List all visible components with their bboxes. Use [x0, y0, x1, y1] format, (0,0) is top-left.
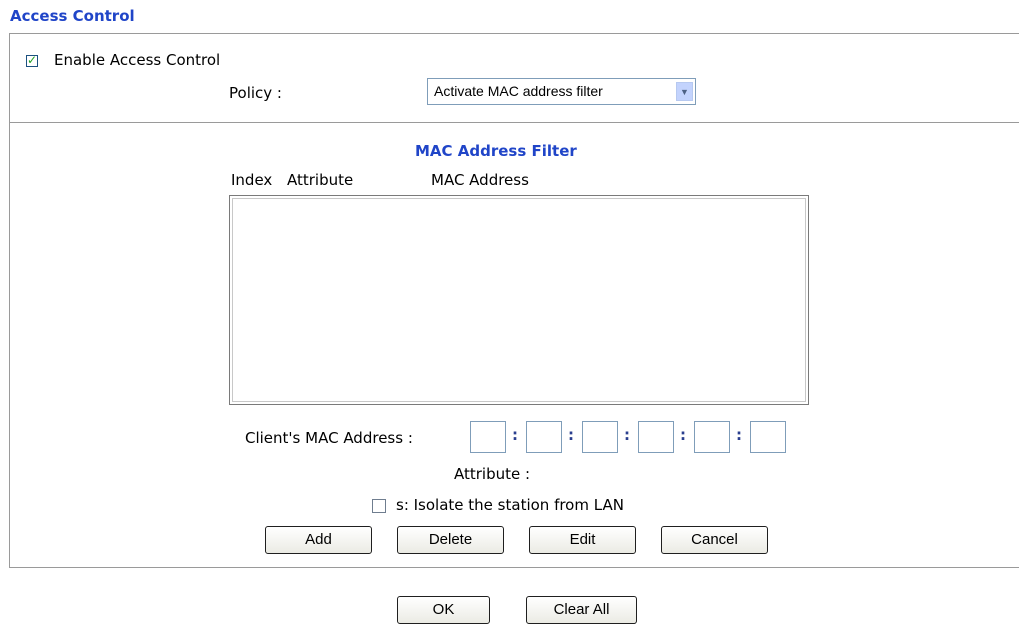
ok-button[interactable]: OK	[397, 596, 490, 624]
policy-select[interactable]: Activate MAC address filter ▼	[427, 78, 696, 105]
policy-label: Policy :	[229, 84, 282, 102]
policy-select-value: Activate MAC address filter	[434, 83, 603, 99]
mac-separator: :	[624, 426, 630, 444]
chevron-down-icon[interactable]: ▼	[676, 82, 693, 101]
mac-separator: :	[736, 426, 742, 444]
cancel-button[interactable]: Cancel	[661, 526, 768, 554]
edit-button[interactable]: Edit	[529, 526, 636, 554]
column-header-index: Index	[231, 171, 273, 189]
mac-octet-5-input[interactable]	[694, 421, 730, 453]
column-header-mac-address: MAC Address	[431, 171, 529, 189]
mac-octet-1-input[interactable]	[470, 421, 506, 453]
column-header-attribute: Attribute	[287, 171, 354, 189]
page-title: Access Control	[10, 7, 135, 25]
enable-access-control-checkbox[interactable]	[26, 53, 38, 67]
mac-filter-list[interactable]	[229, 195, 809, 405]
access-control-panel: Enable Access Control Policy : Activate …	[9, 33, 1019, 568]
add-button[interactable]: Add	[265, 526, 372, 554]
mac-separator: :	[512, 426, 518, 444]
section-divider	[10, 122, 1019, 123]
client-mac-label: Client's MAC Address :	[245, 429, 413, 447]
mac-separator: :	[568, 426, 574, 444]
clear-all-button[interactable]: Clear All	[526, 596, 637, 624]
mac-octet-4-input[interactable]	[638, 421, 674, 453]
enable-access-control-label: Enable Access Control	[54, 51, 221, 69]
mac-octet-3-input[interactable]	[582, 421, 618, 453]
attribute-label: Attribute :	[454, 465, 531, 483]
mac-octet-6-input[interactable]	[750, 421, 786, 453]
mac-separator: :	[680, 426, 686, 444]
mac-filter-title: MAC Address Filter	[415, 142, 577, 160]
mac-octet-2-input[interactable]	[526, 421, 562, 453]
isolate-station-label: s: Isolate the station from LAN	[396, 496, 624, 514]
delete-button[interactable]: Delete	[397, 526, 504, 554]
isolate-station-checkbox[interactable]	[372, 499, 386, 513]
